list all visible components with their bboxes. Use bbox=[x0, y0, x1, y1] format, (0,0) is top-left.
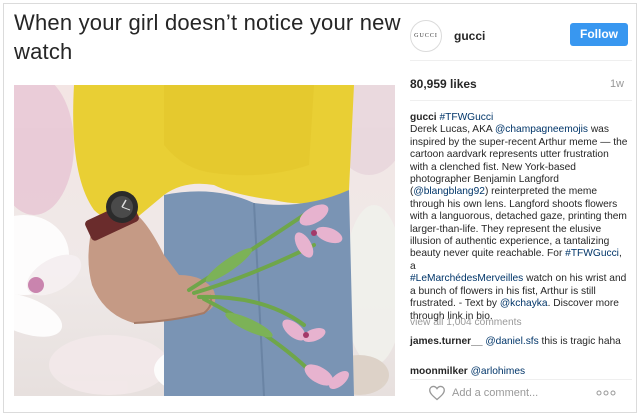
likes-divider bbox=[410, 100, 632, 101]
comment-username[interactable]: james.turner__ bbox=[410, 336, 482, 347]
add-comment-row bbox=[410, 377, 632, 407]
like-count[interactable]: 80,959 likes bbox=[410, 77, 477, 91]
comment-item: james.turner__ @daniel.sfs this is tragi… bbox=[410, 336, 628, 348]
likes-row: 80,959 likes 1w bbox=[410, 77, 630, 93]
caption-text-1: Derek Lucas, AKA bbox=[410, 124, 495, 136]
more-options-icon[interactable] bbox=[596, 390, 616, 396]
post-sidebar: GUCCI gucci Follow 80,959 likes 1w gucci… bbox=[410, 14, 632, 408]
caption-hashtag-title[interactable]: #TFWGucci bbox=[439, 112, 493, 123]
caption-mention-champagneemojis[interactable]: @champagneemojis bbox=[495, 124, 588, 135]
header-divider bbox=[410, 60, 632, 61]
avatar[interactable]: GUCCI bbox=[410, 20, 442, 52]
caption-username[interactable]: gucci bbox=[410, 112, 437, 123]
post-username[interactable]: gucci bbox=[454, 29, 485, 43]
caption-hashtag-tfwgucci[interactable]: #TFWGucci bbox=[565, 248, 619, 259]
comment-username[interactable]: moonmilker bbox=[410, 366, 468, 377]
comment-mention[interactable]: @daniel.sfs bbox=[485, 336, 538, 347]
post-header: GUCCI gucci Follow bbox=[410, 14, 630, 60]
post-caption: gucci #TFWGucci Derek Lucas, AKA @champa… bbox=[410, 112, 628, 323]
caption-mention-kchayka[interactable]: @kchayka bbox=[500, 298, 548, 309]
caption-hashtag-lemarche[interactable]: #LeMarchédesMerveilles bbox=[410, 273, 523, 284]
follow-button[interactable]: Follow bbox=[570, 23, 628, 46]
post-photo[interactable] bbox=[14, 85, 395, 396]
avatar-logo-text: GUCCI bbox=[414, 33, 438, 39]
comment-text: this is tragic haha bbox=[538, 336, 621, 347]
heart-icon[interactable] bbox=[428, 385, 446, 401]
meme-caption: When your girl doesn’t notice your new w… bbox=[14, 10, 401, 64]
add-comment-input[interactable] bbox=[452, 385, 592, 401]
caption-mention-blangblang92[interactable]: @blangblang92 bbox=[413, 186, 485, 197]
comment-mention[interactable]: @arlohimes bbox=[471, 366, 526, 377]
view-all-comments-link[interactable]: view all 1,004 comments bbox=[410, 317, 522, 328]
post-photo-illustration bbox=[14, 85, 395, 396]
post-timestamp[interactable]: 1w bbox=[610, 78, 624, 90]
